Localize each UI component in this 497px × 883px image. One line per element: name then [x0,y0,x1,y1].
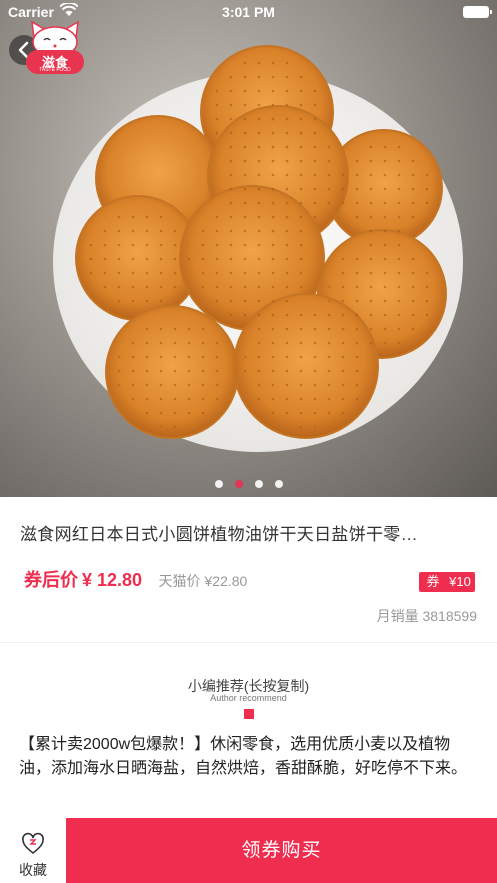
coupon-badge[interactable]: 券 ¥10 [419,572,475,592]
battery-icon [463,6,492,18]
get-coupon-buy-button[interactable]: 领券购买 [66,818,497,883]
carousel-indicator [0,475,497,488]
coupon-price-value: ¥ 12.80 [82,570,143,590]
monthly-sales: 月销量 3818599 [376,608,477,624]
carousel-dot[interactable] [254,480,263,488]
price-row: 券后价 ¥ 12.80 天猫价 ¥22.80 [24,566,247,592]
section-divider [0,642,497,643]
favorite-label: 收藏 [19,862,47,878]
coupon-price-label: 券后价 [24,570,78,590]
logo-subtext: TASTE FOOD [39,67,71,73]
product-title: 滋食网红日本日式小圆饼植物油饼干天日盐饼干零… [20,525,418,544]
tmall-price-value: ¥22.80 [204,573,248,589]
brand-logo: 滋食 TASTE FOOD [24,18,86,76]
carousel-dot[interactable] [214,480,223,488]
carousel-dot[interactable] [274,480,283,488]
favorite-button[interactable]: 收藏 [0,826,66,883]
recommend-marker [244,709,254,719]
coupon-badge-label: 券 [420,573,446,591]
recommend-text[interactable]: 【累计卖2000w包爆款！】休闲零食，选用优质小麦以及植物油，添加海水日晒海盐，… [19,733,481,781]
carousel-dot-active[interactable] [234,480,243,488]
tmall-price-label: 天猫价 [158,573,201,589]
recommend-subtitle: Author recommend [210,693,287,703]
heart-icon [22,832,44,854]
coupon-badge-value: ¥10 [446,573,474,591]
